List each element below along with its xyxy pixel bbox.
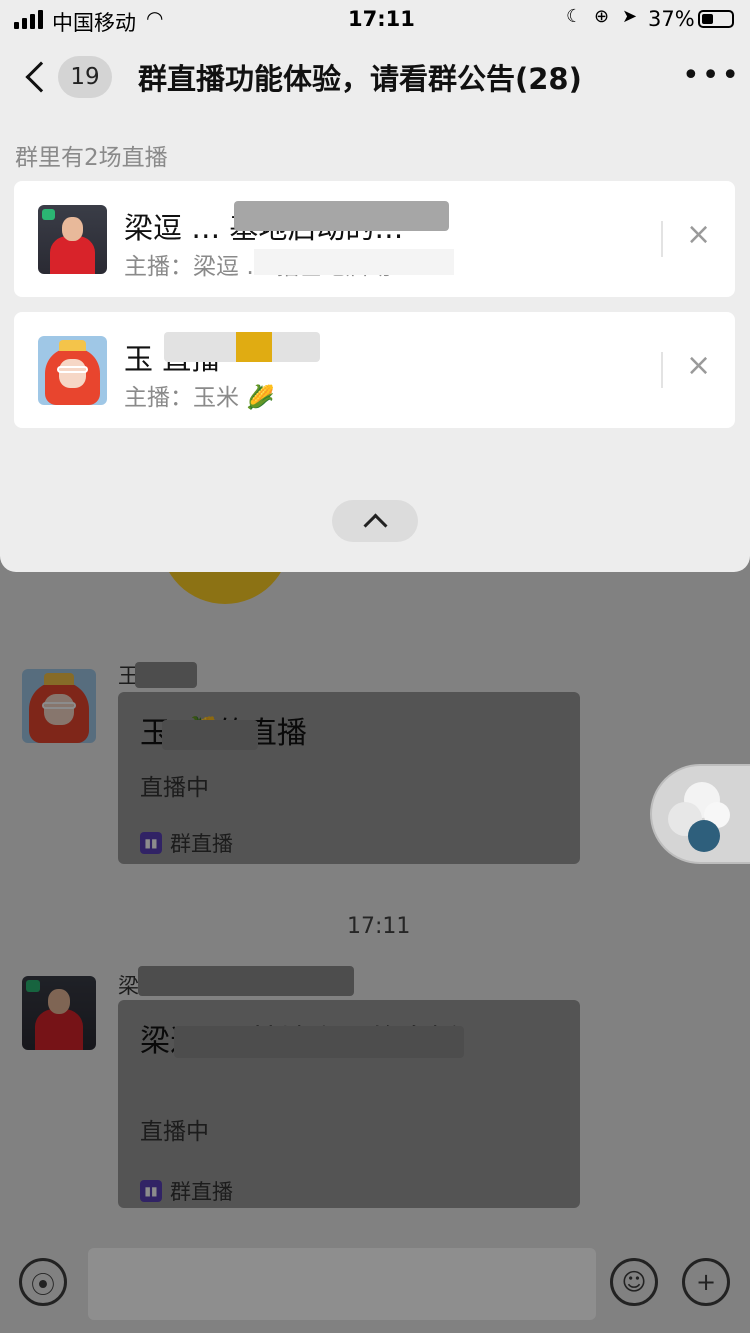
- message-input[interactable]: [88, 1248, 596, 1320]
- floating-window-bubble[interactable]: [650, 764, 750, 864]
- more-icon[interactable]: •••: [682, 58, 741, 93]
- streamer-avatar: [38, 336, 107, 405]
- host-prefix: 主播：: [124, 254, 193, 280]
- close-icon[interactable]: ×: [686, 346, 711, 386]
- redaction: [254, 249, 454, 275]
- live-host: 主播：玉米 🌽: [124, 378, 275, 412]
- status-time: 17:11: [348, 7, 415, 31]
- battery-icon: [698, 10, 734, 28]
- rotation-lock-icon: ⊕: [594, 6, 610, 27]
- location-icon: ➤: [622, 6, 638, 27]
- host-prefix: 主播：: [124, 385, 193, 411]
- divider: [661, 221, 663, 257]
- battery-percent: 37%: [648, 7, 695, 31]
- host-name: 玉米 🌽: [193, 385, 275, 411]
- bubble-thumb: [688, 820, 720, 852]
- close-icon[interactable]: ×: [686, 215, 711, 255]
- live-list-item[interactable]: 玉 直播 主播：玉米 🌽 ×: [14, 312, 735, 428]
- wifi-icon: ◠: [146, 6, 164, 30]
- moon-icon: ☾: [566, 6, 583, 27]
- nav-bar: 19 群直播功能体验，请看群公告(28) •••: [0, 38, 750, 118]
- live-list-panel: 中国移动 ◠ 17:11 ☾ ⊕ ➤ 37% 19 群直播功能体验，请看群公告(…: [0, 0, 750, 572]
- chat-title: 群直播功能体验，请看群公告(28): [138, 62, 582, 96]
- live-count-label: 群里有2场直播: [15, 145, 168, 171]
- chevron-up-icon: [362, 512, 388, 538]
- live-list-item[interactable]: 梁逗 … 基地启动的… 主播：梁逗 … 播基地启动 ×: [14, 181, 735, 297]
- collapse-button[interactable]: [332, 500, 418, 542]
- carrier-name: 中国移动: [52, 11, 136, 35]
- input-bar: ⦿ ☺ +: [0, 1236, 750, 1333]
- redaction: [234, 201, 449, 231]
- status-bar: 中国移动 ◠ 17:11 ☾ ⊕ ➤ 37%: [0, 0, 750, 38]
- signal-icon: [14, 10, 43, 29]
- unread-badge[interactable]: 19: [58, 56, 112, 98]
- emoji-icon[interactable]: ☺: [610, 1258, 658, 1306]
- plus-icon[interactable]: +: [682, 1258, 730, 1306]
- divider: [661, 352, 663, 388]
- streamer-avatar: [38, 205, 107, 274]
- redaction: [236, 332, 272, 362]
- back-chevron-icon[interactable]: [25, 61, 57, 93]
- voice-icon[interactable]: ⦿: [19, 1258, 67, 1306]
